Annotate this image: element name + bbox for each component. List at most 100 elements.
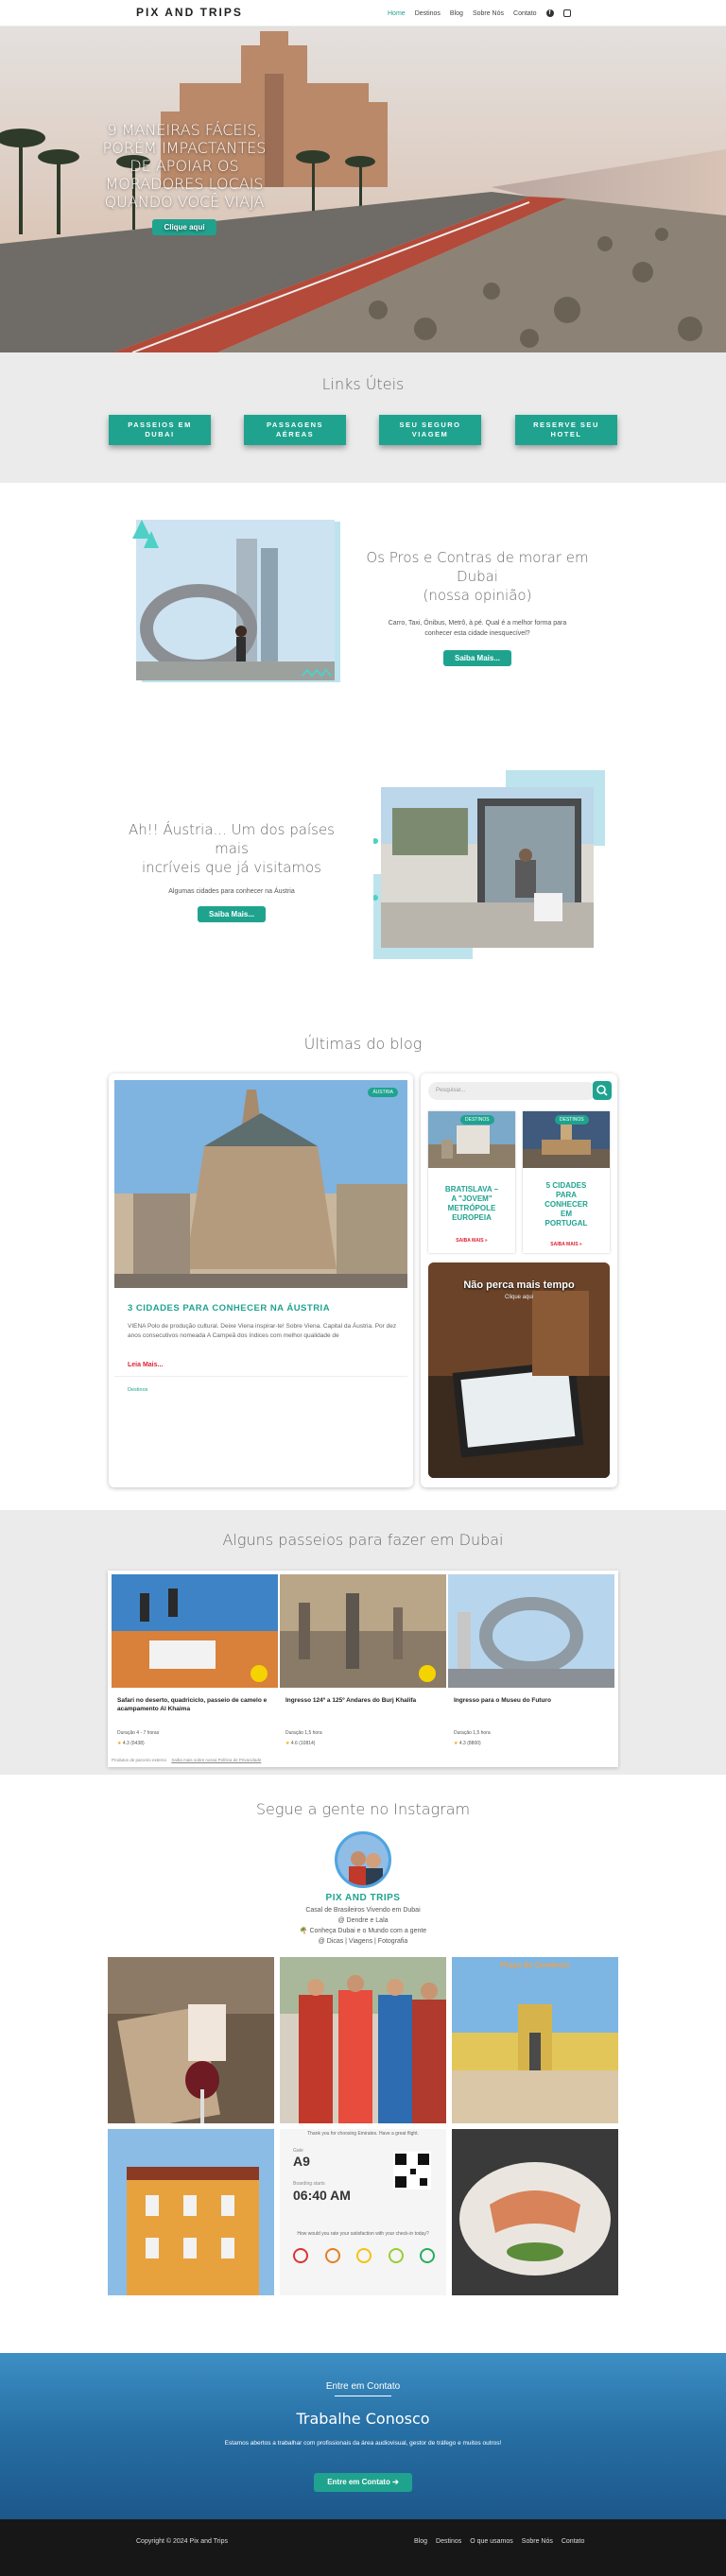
featured-post-title[interactable]: 3 CIDADES PARA CONHECER NA ÁUSTRIA	[128, 1303, 330, 1314]
contact-title: Trabalhe Conosco	[296, 2410, 430, 2428]
instagram-post[interactable]	[280, 1957, 446, 2123]
footer-link-sobre[interactable]: Sobre Nós	[522, 2538, 553, 2545]
featured-post-excerpt: VIENA Polo de produção cultural. Deixe V…	[128, 1323, 397, 1339]
link-line: AÉREAS	[275, 430, 315, 438]
search-input[interactable]: Pesquisar...	[428, 1082, 596, 1100]
instagram-post[interactable]: Praça do Comércio	[452, 1957, 618, 2123]
link-passeios-dubai[interactable]: PASSEIOS EM DUBAI	[109, 415, 211, 445]
footer-link-destinos[interactable]: Destinos	[436, 2538, 461, 2545]
rating-value: 4.6 (10814)	[290, 1741, 316, 1746]
featured-post-badge[interactable]: ÁUSTRIA	[368, 1088, 398, 1097]
tours-footnote: Produtos de parceiro externo Saiba mais …	[112, 1758, 261, 1762]
link-line: RESERVE SEU	[533, 421, 599, 429]
tour-title[interactable]: Ingresso para o Museu do Futuro	[448, 1692, 614, 1709]
tour-card[interactable]: Ingresso para o Museu do Futuro Duração …	[448, 1574, 614, 1760]
footer-link-o-que-usamos[interactable]: O que usamos	[470, 2538, 513, 2545]
austria-text-block: Ah!! Áustria... Um dos países mais incrí…	[113, 820, 350, 922]
face-icon	[420, 2248, 435, 2263]
nav-home[interactable]: Home	[388, 10, 406, 17]
footnote-text: Produtos de parceiro externo	[112, 1758, 167, 1762]
title-line: BRATISLAVA –	[444, 1185, 499, 1194]
link-line: HOTEL	[550, 430, 582, 438]
pros-more-button[interactable]: Saiba Mais...	[442, 650, 512, 666]
hero-cta-button[interactable]: Clique aqui	[152, 219, 216, 235]
site-logo[interactable]: PIX AND TRIPS	[136, 6, 243, 19]
contact-button-wrap: Entre em Contato ➔	[0, 2472, 726, 2492]
bio-line: @ Dicas | Viagens | Fotografia	[318, 1938, 408, 1945]
tour-image	[448, 1574, 614, 1688]
kiosk-gate: A9	[293, 2154, 310, 2169]
promo-banner[interactable]: Não perca mais tempo Clique aqui	[428, 1262, 610, 1478]
face-icon	[356, 2248, 372, 2263]
instagram-icon[interactable]	[562, 9, 571, 17]
kiosk-boarding-label: Boarding starts	[293, 2181, 325, 2187]
instagram-name[interactable]: PIX AND TRIPS	[0, 1893, 726, 1903]
face-icon	[293, 2248, 308, 2263]
small-post-title[interactable]: 5 CIDADES PARA CONHECER EM PORTUGAL	[527, 1181, 606, 1228]
small-post-card[interactable]: DESTINOS 5 CIDADES PARA CONHECER EM PORTUGAL…	[523, 1111, 610, 1253]
tours-title: Alguns passeios para fazer em Dubai	[222, 1531, 504, 1549]
small-post-badge[interactable]: DESTINOS	[460, 1115, 494, 1125]
instagram-bio: Casal de Brasileiros Vivendo em Dubai @ …	[0, 1905, 726, 1947]
tour-title[interactable]: Safari no deserto, quadriciclo, passeio …	[112, 1692, 278, 1717]
footer-link-blog[interactable]: Blog	[414, 2538, 427, 2545]
tour-duration: Duração 4 - 7 horas	[117, 1730, 160, 1736]
promo-title: Não perca mais tempo	[463, 1279, 575, 1291]
nav-sobre[interactable]: Sobre Nós	[473, 10, 504, 17]
featured-post-read-more[interactable]: Leia Mais...	[128, 1362, 163, 1368]
copyright: Copyright © 2024 Pix and Trips	[136, 2538, 228, 2545]
rating-value: 4.3 (6438)	[122, 1741, 145, 1746]
privacy-link[interactable]: Saiba mais sobre nossa Política de Priva…	[171, 1758, 261, 1762]
austria-more-button[interactable]: Saiba Mais...	[197, 906, 267, 922]
tour-card[interactable]: Safari no deserto, quadriciclo, passeio …	[112, 1574, 278, 1760]
featured-post-tag[interactable]: Destinos	[128, 1387, 147, 1393]
facebook-icon[interactable]: f	[545, 9, 554, 17]
small-post-title[interactable]: BRATISLAVA – A "JOVEM" METRÓPOLE EUROPEIA	[432, 1185, 511, 1223]
small-post-more[interactable]: SAIBA MAIS »	[428, 1238, 515, 1244]
kiosk-rate-text: How would you rate your satisfaction wit…	[297, 2231, 429, 2237]
rating-faces	[293, 2248, 435, 2263]
contact-label: Entre em Contato	[325, 2381, 401, 2392]
instagram-avatar[interactable]	[335, 1831, 391, 1888]
tour-title[interactable]: Ingresso 124º a 125º Andares do Burj Kha…	[280, 1692, 446, 1709]
link-seguro-viagem[interactable]: SEU SEGURO VIAGEM	[379, 415, 481, 445]
kiosk-boarding: 06:40 AM	[293, 2188, 351, 2203]
link-reserve-hotel[interactable]: RESERVE SEU HOTEL	[515, 415, 617, 445]
small-post-badge[interactable]: DESTINOS	[555, 1115, 589, 1125]
nav-blog[interactable]: Blog	[450, 10, 463, 17]
tour-duration: Duração 1,5 hora	[454, 1730, 491, 1736]
tour-card[interactable]: Ingresso 124º a 125º Andares do Burj Kha…	[280, 1574, 446, 1760]
star-icon: ★	[285, 1741, 290, 1746]
blog-sidebar: Pesquisar... DESTINOS BRATISLAVA – A "JOV…	[421, 1073, 617, 1487]
instagram-post[interactable]	[452, 2129, 618, 2295]
qr-code-icon	[393, 2152, 431, 2190]
contact-button[interactable]: Entre em Contato ➔	[314, 2473, 412, 2492]
link-passagens-aereas[interactable]: PASSAGENS AÉREAS	[244, 415, 346, 445]
instagram-post[interactable]	[108, 2129, 274, 2295]
featured-post-card[interactable]: ÁUSTRIA 3 CIDADES PARA CONHECER NA ÁUSTR…	[109, 1073, 413, 1487]
footer-nav: Blog Destinos O que usamos Sobre Nós Con…	[414, 2538, 584, 2545]
instagram-post-caption: Praça do Comércio	[500, 1961, 570, 1969]
title-line: EM	[561, 1210, 572, 1218]
bio-line: @ Dendre e Lala	[337, 1917, 389, 1924]
star-icon: ★	[454, 1741, 458, 1746]
search-button[interactable]	[593, 1081, 612, 1100]
tour-rating: ★ 4.3 (8800)	[454, 1741, 481, 1746]
kiosk-text: Thank you for choosing Emirates. Have a …	[307, 2131, 419, 2137]
contact-section: Entre em Contato Trabalhe Conosco Estamo…	[0, 2353, 726, 2519]
pros-title-2: (nossa opinião)	[423, 587, 532, 604]
useful-links-title: Links Úteis	[321, 375, 405, 393]
useful-links-section: Links Úteis PASSEIOS EM DUBAI PASSAGENS AÉ…	[0, 352, 726, 483]
small-post-card[interactable]: DESTINOS BRATISLAVA – A "JOVEM" METRÓPOLE E…	[428, 1111, 515, 1253]
small-post-more[interactable]: SAIBA MAIS »	[523, 1242, 610, 1247]
austria-text: Algumas cidades para conhecer na Áustria	[168, 888, 295, 895]
contact-text: Estamos abertos a trabalhar com profissi…	[224, 2440, 502, 2447]
instagram-post[interactable]	[108, 1957, 274, 2123]
nav-contato[interactable]: Contato	[513, 10, 537, 17]
title-line: PARA	[555, 1191, 578, 1199]
promo-subtitle[interactable]: Clique aqui	[428, 1295, 610, 1300]
instagram-post[interactable]: Thank you for choosing Emirates. Have a …	[280, 2129, 446, 2295]
title-line: EUROPEIA	[452, 1213, 492, 1222]
nav-destinos[interactable]: Destinos	[415, 10, 441, 17]
footer-link-contato[interactable]: Contato	[562, 2538, 585, 2545]
